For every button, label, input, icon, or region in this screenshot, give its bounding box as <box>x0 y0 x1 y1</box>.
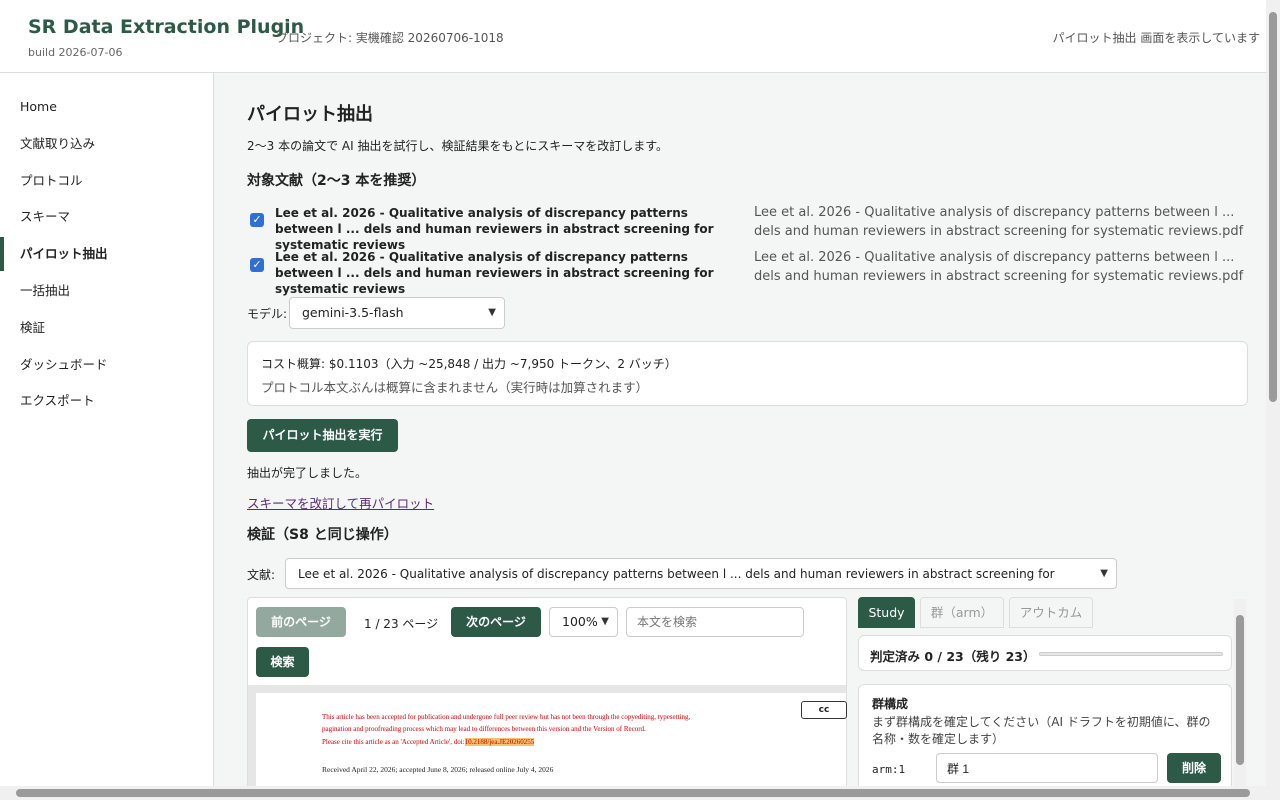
cost-estimate: コスト概算: $0.1103（入力 ~25,848 / 出力 ~7,950 トー… <box>261 357 677 371</box>
zoom-select[interactable]: 100% ▼ <box>549 607 618 637</box>
doc-name-1: Lee et al. 2026 - Qualitative analysis o… <box>275 206 714 252</box>
arm-section: 群構成 まず群構成を確定してください（AI ドラフトを初期値に、群の名称・数を確… <box>858 684 1232 786</box>
search-input[interactable] <box>626 607 804 637</box>
doc-name-2: Lee et al. 2026 - Qualitative analysis o… <box>275 250 714 296</box>
sidebar-item-verify[interactable]: 検証 <box>0 311 213 345</box>
pdf-cite-text: Please cite this article as an 'Accepted… <box>322 738 465 746</box>
sidebar: Home 文献取り込み プロトコル スキーマ パイロット抽出 一括抽出 検証 ダ… <box>0 73 214 786</box>
sidebar-item-protocol[interactable]: プロトコル <box>0 164 213 198</box>
pdf-page: cc This article has been accepted for pu… <box>256 693 847 786</box>
pdf-notice-line1: This article has been accepted for publi… <box>322 713 691 721</box>
doc-checkbox-1[interactable]: ✓ <box>250 213 264 227</box>
sidebar-item-export[interactable]: エクスポート <box>0 384 213 418</box>
progress-text: 判定済み 0 / 23（残り 23） <box>870 649 1036 664</box>
status-text: パイロット抽出 画面を表示しています <box>1052 31 1260 45</box>
revise-schema-link[interactable]: スキーマを改訂して再パイロット <box>247 493 434 512</box>
cost-note: プロトコル本文ぶんは概算に含まれません（実行時は加算されます） <box>261 380 649 395</box>
sidebar-item-dashboard[interactable]: ダッシュボード <box>0 348 213 382</box>
prev-page-button[interactable]: 前のページ <box>256 607 346 637</box>
pdf-viewer: 前のページ 1 / 23 ページ 次のページ 100% ▼ 検索 cc This… <box>247 597 847 786</box>
run-pilot-button[interactable]: パイロット抽出を実行 <box>247 419 398 452</box>
page-indicator: 1 / 23 ページ <box>364 617 439 631</box>
pdf-notice-line2: pagination and proofreading process whic… <box>322 725 646 733</box>
tab-outcome[interactable]: アウトカム <box>1009 597 1093 628</box>
sidebar-item-batch[interactable]: 一括抽出 <box>0 274 213 308</box>
model-select-value: gemini-3.5-flash <box>302 305 404 320</box>
chevron-down-icon: ▼ <box>488 307 496 318</box>
doc-select-label: 文献: <box>247 568 276 582</box>
doc-file-1: Lee et al. 2026 - Qualitative analysis o… <box>754 205 1244 239</box>
cc-license-icon: cc <box>801 701 847 719</box>
pdf-notice-line3: Please cite this article as an 'Accepted… <box>322 738 535 746</box>
model-label: モデル: <box>247 307 288 321</box>
model-select[interactable]: gemini-3.5-flash ▼ <box>289 297 505 329</box>
tab-arm[interactable]: 群（arm） <box>920 597 1004 628</box>
doc-file-2: Lee et al. 2026 - Qualitative analysis o… <box>754 250 1244 284</box>
arm-section-title: 群構成 <box>872 697 909 711</box>
pdf-doi: 10.2188/jea.JE20260255 <box>464 738 535 746</box>
pdf-page-area: cc This article has been accepted for pu… <box>248 685 847 786</box>
page-description: 2〜3 本の論文で AI 抽出を試行し、検証結果をもとにスキーマを改訂します。 <box>247 139 669 153</box>
horizontal-scroll-thumb[interactable] <box>16 789 1250 797</box>
arm-name-input[interactable] <box>936 753 1158 783</box>
docs-heading: 対象文献（2〜3 本を推奨） <box>247 173 426 189</box>
build-label: build 2026-07-06 <box>28 46 123 59</box>
progress-box: 判定済み 0 / 23（残り 23） <box>858 635 1232 671</box>
main-content: パイロット抽出 2〜3 本の論文で AI 抽出を試行し、検証結果をもとにスキーマ… <box>214 73 1266 786</box>
sidebar-item-home[interactable]: Home <box>0 90 213 124</box>
vertical-scrollbar[interactable] <box>1266 0 1280 786</box>
search-button[interactable]: 検索 <box>256 647 309 677</box>
chevron-down-icon: ▼ <box>1100 568 1108 579</box>
verify-heading: 検証（S8 と同じ操作） <box>247 527 398 543</box>
vertical-scroll-thumb[interactable] <box>1269 12 1277 402</box>
zoom-value: 100% <box>562 614 598 629</box>
sidebar-item-pilot[interactable]: パイロット抽出 <box>0 237 213 271</box>
panel-scroll-thumb[interactable] <box>1236 615 1244 765</box>
progress-bar <box>1039 652 1223 656</box>
sidebar-item-schema[interactable]: スキーマ <box>0 200 213 234</box>
sidebar-item-import[interactable]: 文献取り込み <box>0 127 213 161</box>
doc-select[interactable]: Lee et al. 2026 - Qualitative analysis o… <box>285 558 1117 611</box>
app-header: SR Data Extraction Plugin build 2026-07-… <box>0 0 1266 73</box>
arm-label: arm:1 <box>872 763 906 776</box>
delete-arm-button[interactable]: 削除 <box>1167 753 1221 783</box>
app-title: SR Data Extraction Plugin <box>28 16 305 38</box>
next-page-button[interactable]: 次のページ <box>451 607 541 637</box>
verify-panel: Study 群（arm） アウトカム 判定済み 0 / 23（残り 23） 群構… <box>858 597 1232 786</box>
arm-section-desc: まず群構成を確定してください（AI ドラフトを初期値に、群の名称・数を確定します… <box>872 715 1211 746</box>
tab-study[interactable]: Study <box>858 597 915 628</box>
project-label: プロジェクト: 実機確認 20260706-1018 <box>276 31 504 45</box>
panel-scrollbar[interactable] <box>1234 599 1246 786</box>
chevron-down-icon: ▼ <box>601 616 609 627</box>
done-message: 抽出が完了しました。 <box>247 466 368 480</box>
doc-checkbox-2[interactable]: ✓ <box>250 258 264 272</box>
pdf-received: Received April 22, 2026; accepted June 8… <box>322 765 554 774</box>
horizontal-scrollbar[interactable] <box>0 786 1280 800</box>
cost-box: コスト概算: $0.1103（入力 ~25,848 / 出力 ~7,950 トー… <box>247 341 1248 406</box>
page-title: パイロット抽出 <box>247 104 373 125</box>
